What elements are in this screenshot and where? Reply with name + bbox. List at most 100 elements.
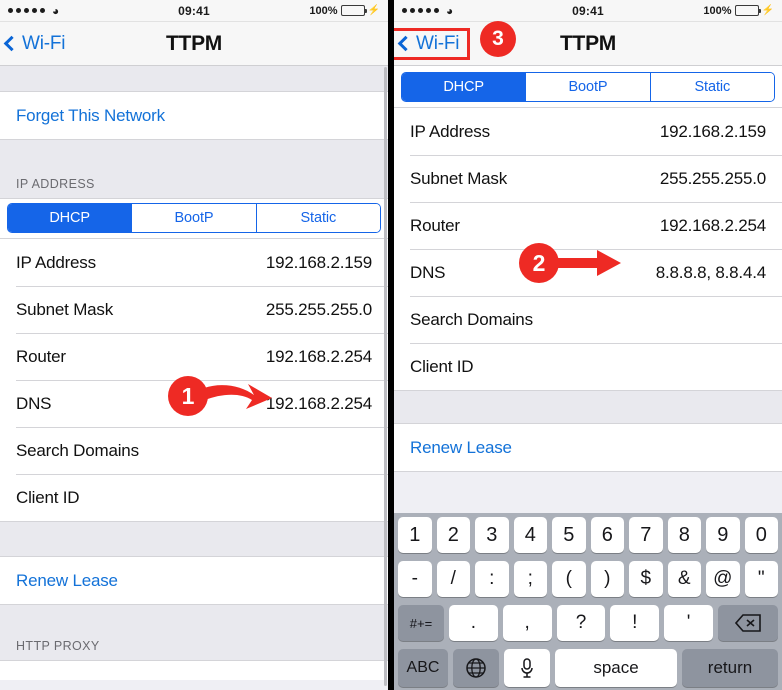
row-label: Subnet Mask xyxy=(16,299,114,319)
segment-bootp[interactable]: BootP xyxy=(526,73,651,101)
key-paren-open[interactable]: ( xyxy=(552,561,586,597)
battery-percent-label: 100% xyxy=(703,4,732,17)
key-space[interactable]: space xyxy=(555,649,677,687)
key-9[interactable]: 9 xyxy=(706,517,740,553)
table-row-dns[interactable]: DNS 8.8.8.8, 8.8.4.4 xyxy=(394,249,782,296)
key-8[interactable]: 8 xyxy=(667,517,701,553)
key-5[interactable]: 5 xyxy=(552,517,586,553)
chevron-left-icon xyxy=(397,35,414,52)
renew-lease-row[interactable]: Renew Lease xyxy=(394,424,782,471)
forget-this-network-row[interactable]: Forget This Network xyxy=(0,92,388,139)
segment-dhcp[interactable]: DHCP xyxy=(8,204,133,232)
row-value: 192.168.2.159 xyxy=(265,252,372,272)
key-abc[interactable]: ABC xyxy=(398,649,448,687)
table-row-dns[interactable]: DNS 192.168.2.254 xyxy=(0,380,388,427)
chevron-left-icon xyxy=(3,35,20,52)
battery-percent-label: 100% xyxy=(309,4,338,17)
row-label: Search Domains xyxy=(410,309,533,329)
http-proxy-section-body xyxy=(0,660,388,680)
table-row[interactable]: IP Address 192.168.2.159 xyxy=(0,239,388,286)
segment-dhcp[interactable]: DHCP xyxy=(402,73,527,101)
key-colon[interactable]: : xyxy=(475,561,509,597)
table-row[interactable]: Client ID xyxy=(394,343,782,390)
status-bar-battery: 100% ⚡ xyxy=(309,5,380,17)
row-value: 192.168.2.159 xyxy=(659,121,766,141)
key-return[interactable]: return xyxy=(682,649,778,687)
backspace-icon[interactable] xyxy=(717,605,778,641)
lightning-bolt-icon: ⚡ xyxy=(367,5,380,16)
renew-lease-row[interactable]: Renew Lease xyxy=(0,557,388,604)
ip-address-section-header: IP ADDRESS xyxy=(16,177,95,191)
scrollbar-left[interactable] xyxy=(384,67,387,686)
renew-lease-label: Renew Lease xyxy=(410,437,512,457)
table-row[interactable]: Subnet Mask 255.255.255.0 xyxy=(394,155,782,202)
segment-static[interactable]: Static xyxy=(650,73,774,101)
status-bar-battery: 100% ⚡ xyxy=(703,5,774,17)
key-quote[interactable]: " xyxy=(744,561,778,597)
segmented-control-left: DHCP BootP Static xyxy=(0,198,388,238)
nav-bar-right: Wi-Fi TTPM xyxy=(394,22,782,66)
table-row[interactable]: Search Domains xyxy=(0,427,388,474)
row-label: DNS xyxy=(410,262,446,282)
table-row[interactable]: Router 192.168.2.254 xyxy=(394,202,782,249)
renew-lease-label: Renew Lease xyxy=(16,570,118,590)
right-back-button[interactable]: Wi-Fi xyxy=(394,27,471,60)
table-row[interactable]: IP Address 192.168.2.159 xyxy=(394,108,782,155)
nav-bar-left: Wi-Fi TTPM xyxy=(0,22,388,66)
left-phone-screen: ◕ 09:41 100% ⚡ Wi-Fi TTPM Forget This Ne… xyxy=(0,0,388,690)
key-comma[interactable]: , xyxy=(502,605,552,641)
row-value: 192.168.2.254 xyxy=(659,215,766,235)
key-ampersand[interactable]: & xyxy=(667,561,701,597)
segmented-control-right: DHCP BootP Static xyxy=(394,66,782,107)
key-1[interactable]: 1 xyxy=(398,517,432,553)
gap-above-renew-lease xyxy=(394,390,782,423)
row-label: Search Domains xyxy=(16,440,139,460)
row-value: 255.255.255.0 xyxy=(659,168,766,188)
key-apostrophe[interactable]: ' xyxy=(664,605,713,641)
key-2[interactable]: 2 xyxy=(436,517,470,553)
table-row[interactable]: Subnet Mask 255.255.255.0 xyxy=(0,286,388,333)
key-at[interactable]: @ xyxy=(706,561,740,597)
key-6[interactable]: 6 xyxy=(590,517,624,553)
dual-screenshot-comparison: ◕ 09:41 100% ⚡ Wi-Fi TTPM Forget This Ne… xyxy=(0,0,782,690)
table-row[interactable]: Client ID xyxy=(0,474,388,521)
http-proxy-section-header: HTTP PROXY xyxy=(16,639,100,653)
key-hyphen[interactable]: - xyxy=(398,561,432,597)
microphone-glyph xyxy=(521,658,533,678)
back-button[interactable]: Wi-Fi xyxy=(0,31,73,57)
lightning-bolt-icon: ⚡ xyxy=(761,5,774,16)
key-period[interactable]: . xyxy=(449,605,498,641)
row-value: 255.255.255.0 xyxy=(265,299,372,319)
segment-bootp[interactable]: BootP xyxy=(132,204,257,232)
row-label: Router xyxy=(16,346,66,366)
key-0[interactable]: 0 xyxy=(744,517,778,553)
status-bar-left: ◕ 09:41 100% ⚡ xyxy=(0,0,388,22)
key-exclamation[interactable]: ! xyxy=(610,605,660,641)
row-label: Client ID xyxy=(410,356,474,376)
gap-above-renew-lease xyxy=(0,521,388,556)
segment-static[interactable]: Static xyxy=(256,204,380,232)
battery-icon xyxy=(734,5,761,16)
key-paren-close[interactable]: ) xyxy=(590,561,624,597)
key-4[interactable]: 4 xyxy=(513,517,547,553)
right-dns-value: 8.8.8.8, 8.8.4.4 xyxy=(655,262,766,282)
microphone-icon[interactable] xyxy=(504,649,550,687)
forget-network-section: Forget This Network xyxy=(0,91,388,140)
keyboard-row-symbols: - / : ; ( ) $ & @ " xyxy=(396,561,780,597)
key-dollar[interactable]: $ xyxy=(629,561,663,597)
table-row[interactable]: Router 192.168.2.254 xyxy=(0,333,388,380)
key-question[interactable]: ? xyxy=(556,605,606,641)
left-dns-value: 192.168.2.254 xyxy=(265,393,372,413)
key-symbols-shift[interactable]: #+= xyxy=(398,605,444,641)
key-3[interactable]: 3 xyxy=(475,517,509,553)
row-label: DNS xyxy=(16,393,52,413)
row-label: IP Address xyxy=(410,121,490,141)
ip-details-list-left: IP Address 192.168.2.159 Subnet Mask 255… xyxy=(0,238,388,521)
key-slash[interactable]: / xyxy=(436,561,470,597)
globe-icon[interactable] xyxy=(453,649,499,687)
table-row[interactable]: Search Domains xyxy=(394,296,782,343)
key-7[interactable]: 7 xyxy=(629,517,663,553)
renew-lease-section-right: Renew Lease xyxy=(394,423,782,472)
ip-details-list-right: IP Address 192.168.2.159 Subnet Mask 255… xyxy=(394,107,782,390)
key-semicolon[interactable]: ; xyxy=(513,561,547,597)
